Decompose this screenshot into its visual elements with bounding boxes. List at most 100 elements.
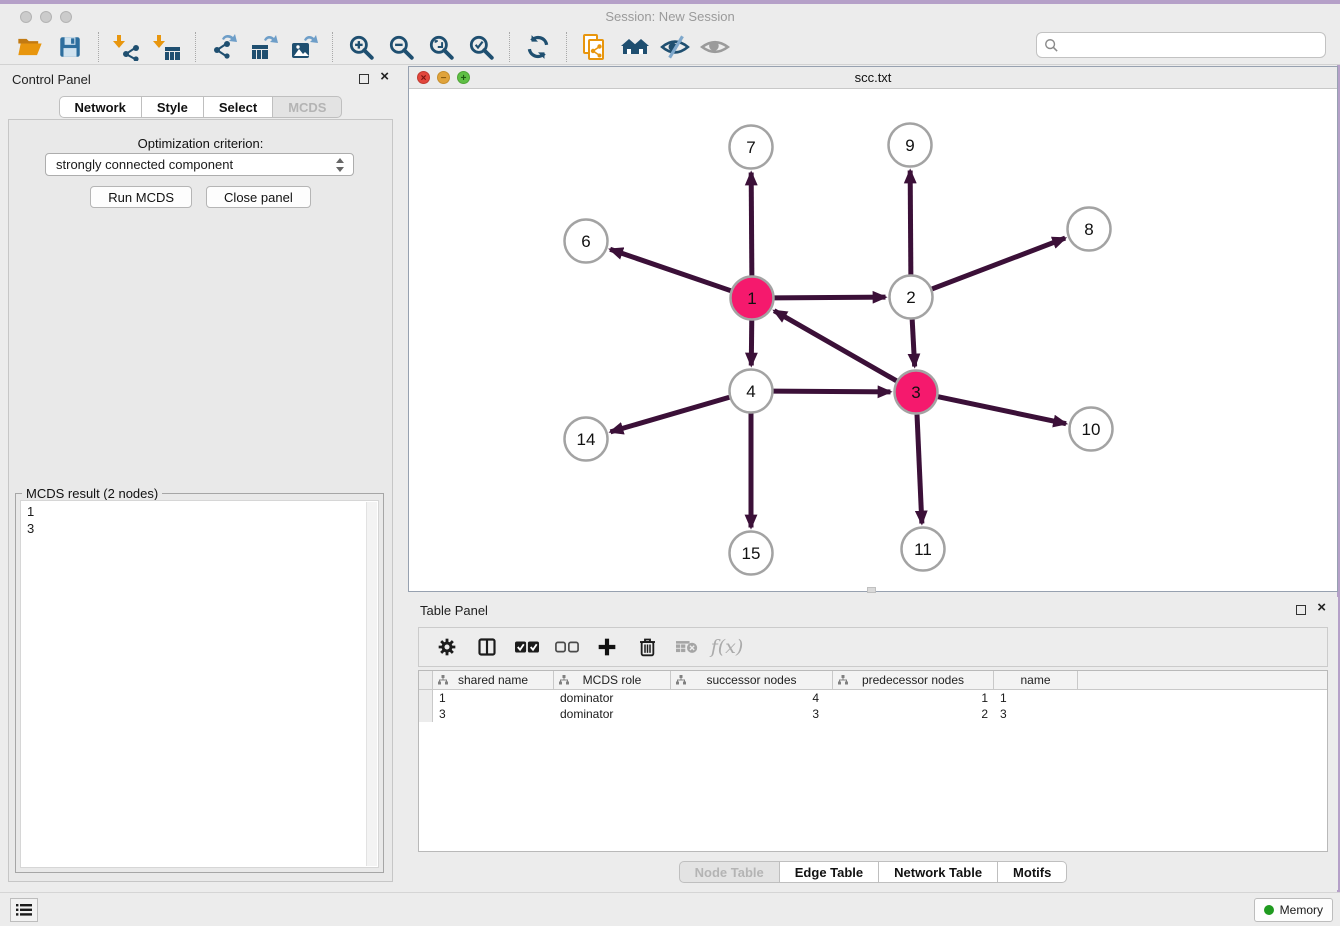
- home-icon[interactable]: [620, 32, 650, 62]
- graph-node-label: 2: [906, 288, 915, 307]
- toolbar-separator: [509, 32, 510, 62]
- cell-mcds-role[interactable]: dominator: [554, 707, 671, 721]
- search-box[interactable]: [1036, 32, 1326, 58]
- close-panel-icon[interactable]: ×: [1317, 599, 1326, 617]
- toolbar-separator: [195, 32, 196, 62]
- delete-table-icon: [675, 635, 699, 659]
- cell-shared-name[interactable]: 1: [433, 691, 554, 705]
- graph-edge-3-11[interactable]: [917, 414, 922, 523]
- status-bar: Memory: [0, 892, 1340, 926]
- mcds-result-group: MCDS result (2 nodes) 1 3: [15, 493, 384, 873]
- tree-icon: [676, 675, 686, 685]
- refresh-icon[interactable]: [523, 32, 553, 62]
- eye-slash-icon[interactable]: [660, 32, 690, 62]
- mcds-result-line: 3: [27, 520, 372, 537]
- node-table[interactable]: shared name MCDS role successor nodes pr…: [418, 670, 1328, 852]
- open-session-icon[interactable]: [15, 32, 45, 62]
- graph-edge-1-7[interactable]: [751, 172, 752, 275]
- dropdown-stepper-icon: [336, 158, 345, 172]
- graph-node-label: 3: [911, 383, 920, 402]
- graph-node-label: 4: [746, 382, 755, 401]
- optimization-criterion-label: Optimization criterion:: [9, 136, 392, 151]
- column-header-mcds-role[interactable]: MCDS role: [554, 671, 671, 689]
- float-panel-icon[interactable]: [359, 74, 369, 84]
- tab-network[interactable]: Network: [59, 96, 142, 118]
- column-header-shared-name[interactable]: shared name: [433, 671, 554, 689]
- memory-button[interactable]: Memory: [1254, 898, 1333, 922]
- dropdown-value: strongly connected component: [56, 157, 233, 172]
- graph-edge-3-10[interactable]: [938, 397, 1066, 424]
- tab-mcds[interactable]: MCDS: [273, 96, 342, 118]
- graph-edge-2-9[interactable]: [910, 170, 911, 274]
- cell-predecessor-nodes[interactable]: 2: [833, 707, 994, 721]
- network-view-window: × − + scc.txt 7968124314101511: [408, 66, 1338, 592]
- cell-name[interactable]: 3: [994, 707, 1078, 721]
- tab-style[interactable]: Style: [142, 96, 204, 118]
- graph-edge-1-2[interactable]: [774, 297, 885, 298]
- mcds-result-line: 1: [27, 503, 372, 520]
- graph-edge-2-3[interactable]: [912, 319, 914, 366]
- cell-mcds-role[interactable]: dominator: [554, 691, 671, 705]
- search-input[interactable]: [1063, 38, 1325, 52]
- table-row[interactable]: 3 dominator 3 2 3: [419, 706, 1327, 722]
- optimization-criterion-select[interactable]: strongly connected component: [45, 153, 354, 176]
- zoom-in-icon[interactable]: [346, 32, 376, 62]
- select-all-icon[interactable]: [515, 635, 539, 659]
- close-panel-button[interactable]: Close panel: [206, 186, 311, 208]
- columns-icon[interactable]: [475, 635, 499, 659]
- graph-edge-1-6[interactable]: [610, 249, 731, 290]
- row-header-gutter: [419, 706, 433, 722]
- copy-network-icon[interactable]: [580, 32, 610, 62]
- main-titlebar: Session: New Session: [0, 4, 1340, 29]
- column-header-name[interactable]: name: [994, 671, 1078, 689]
- tab-select[interactable]: Select: [204, 96, 273, 118]
- tab-motifs[interactable]: Motifs: [998, 861, 1067, 883]
- trash-icon[interactable]: [635, 635, 659, 659]
- window-title: Session: New Session: [0, 9, 1340, 24]
- column-header-predecessor-nodes[interactable]: predecessor nodes: [833, 671, 994, 689]
- mcds-panel: Optimization criterion: strongly connect…: [8, 119, 393, 882]
- cell-successor-nodes[interactable]: 3: [671, 707, 833, 721]
- tab-node-table[interactable]: Node Table: [679, 861, 780, 883]
- task-list-button[interactable]: [10, 898, 38, 922]
- tree-icon: [438, 675, 448, 685]
- float-panel-icon[interactable]: [1296, 605, 1306, 615]
- graph-edge-4-3[interactable]: [773, 391, 890, 392]
- tab-edge-table[interactable]: Edge Table: [780, 861, 879, 883]
- deselect-all-icon[interactable]: [555, 635, 579, 659]
- cell-shared-name[interactable]: 3: [433, 707, 554, 721]
- import-table-icon[interactable]: [152, 32, 182, 62]
- import-network-icon[interactable]: [112, 32, 142, 62]
- column-header-successor-nodes[interactable]: successor nodes: [671, 671, 833, 689]
- add-column-icon[interactable]: [595, 635, 619, 659]
- control-panel: Control Panel × Network Style Select MCD…: [0, 66, 401, 890]
- result-scrollbar[interactable]: [366, 502, 377, 866]
- function-builder-icon: f(x): [715, 635, 739, 659]
- zoom-out-icon[interactable]: [386, 32, 416, 62]
- network-graph[interactable]: 7968124314101511: [409, 89, 1337, 591]
- network-window-titlebar[interactable]: × − + scc.txt: [409, 67, 1337, 89]
- cell-predecessor-nodes[interactable]: 1: [833, 691, 994, 705]
- toolbar-separator: [98, 32, 99, 62]
- tab-network-table[interactable]: Network Table: [879, 861, 998, 883]
- cell-successor-nodes[interactable]: 4: [671, 691, 833, 705]
- window-resize-handle[interactable]: [867, 587, 876, 593]
- zoom-selected-icon[interactable]: [466, 32, 496, 62]
- mcds-result-text[interactable]: 1 3: [20, 500, 379, 868]
- table-row[interactable]: 1 dominator 4 1 1: [419, 690, 1327, 706]
- row-header-gutter: [419, 671, 433, 689]
- export-image-icon[interactable]: [289, 32, 319, 62]
- graph-edge-2-8[interactable]: [932, 238, 1065, 289]
- zoom-fit-icon[interactable]: [426, 32, 456, 62]
- run-mcds-button[interactable]: Run MCDS: [90, 186, 192, 208]
- close-panel-icon[interactable]: ×: [380, 68, 389, 86]
- mcds-result-title: MCDS result (2 nodes): [22, 486, 162, 501]
- export-network-icon[interactable]: [209, 32, 239, 62]
- graph-edge-3-1[interactable]: [774, 311, 896, 381]
- cell-name[interactable]: 1: [994, 691, 1078, 705]
- graph-node-label: 14: [577, 430, 596, 449]
- gear-icon[interactable]: [435, 635, 459, 659]
- graph-edge-4-14[interactable]: [610, 397, 729, 432]
- export-table-icon[interactable]: [249, 32, 279, 62]
- save-session-icon[interactable]: [55, 32, 85, 62]
